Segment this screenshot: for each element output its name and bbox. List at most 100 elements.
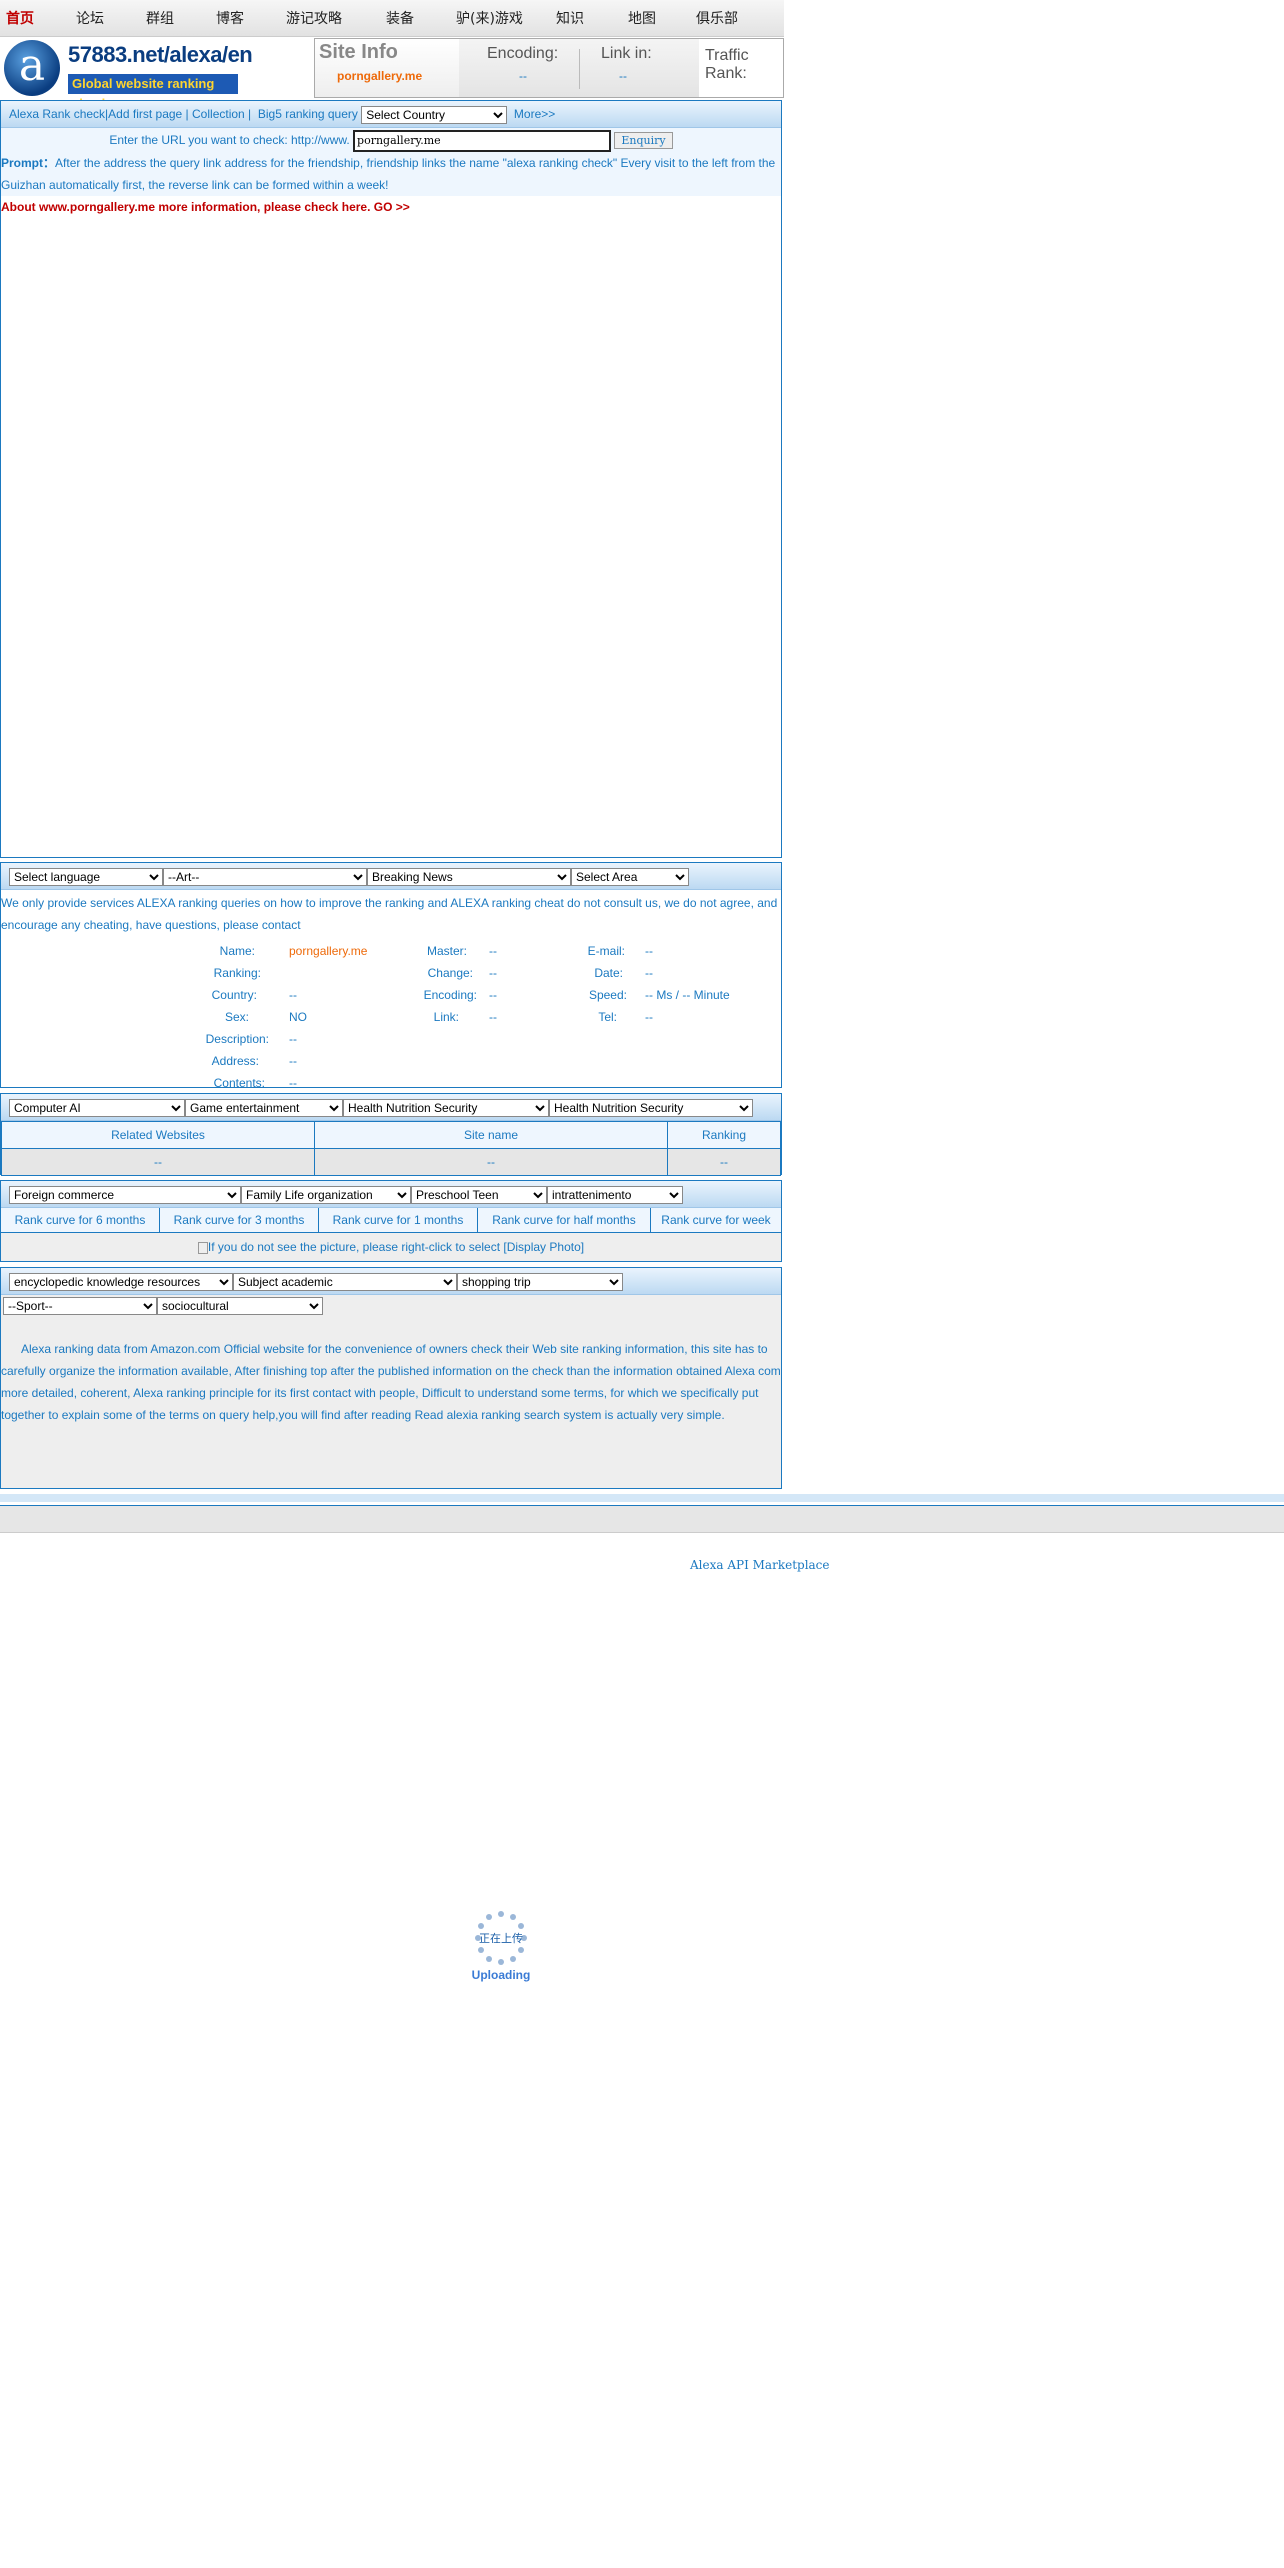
country-select[interactable]: Select Country: [361, 105, 508, 124]
enquiry-button[interactable]: Enquiry: [614, 132, 673, 149]
detail-link: --: [489, 1010, 497, 1024]
curve-tabs: Rank curve for 6 months Rank curve for 3…: [1, 1208, 781, 1233]
related-websites-panel: Computer AI Game entertainment Health Nutr…: [0, 1093, 782, 1176]
subject-academic-select[interactable]: Subject academic: [233, 1272, 457, 1291]
detail-encoding: --: [489, 988, 497, 1002]
more-link[interactable]: More>>: [514, 107, 555, 121]
sociocultural-select[interactable]: sociocultural: [157, 1297, 323, 1315]
details-grid: Name: porngallery.me Master: -- E-mail: …: [205, 944, 730, 1090]
detail-sex: NO: [289, 1010, 307, 1024]
prompt-text: Prompt：After the address the query link …: [1, 152, 781, 196]
link-in-label: Link in:: [601, 45, 652, 62]
encoding-value: --: [519, 69, 527, 83]
image-alt-text: If you do not see the picture, please ri…: [207, 1240, 585, 1254]
filter-bar-4-row2: --Sport-- sociocultural: [1, 1295, 781, 1315]
nav-item-travel-guides[interactable]: 游记攻略: [286, 8, 342, 28]
nav-item-groups[interactable]: 群组: [146, 8, 174, 28]
detail-description: --: [289, 1032, 297, 1046]
tab-1-month[interactable]: Rank curve for 1 months: [319, 1208, 478, 1232]
url-query-label: Enter the URL you want to check: http://…: [109, 133, 350, 147]
alexa-api-link[interactable]: Alexa API Marketplace: [690, 1558, 830, 1572]
nav-item-club[interactable]: 俱乐部: [696, 8, 738, 28]
area-select[interactable]: Select Area: [571, 867, 689, 886]
tab-6-months[interactable]: Rank curve for 6 months: [1, 1208, 160, 1232]
family-life-select[interactable]: Family Life organization: [241, 1185, 411, 1204]
nav-item-forum[interactable]: 论坛: [76, 8, 104, 28]
detail-date: --: [645, 966, 653, 980]
computer-ai-select[interactable]: Computer AI: [9, 1098, 185, 1117]
divider: [579, 49, 580, 89]
breaking-news-select[interactable]: Breaking News: [367, 867, 571, 886]
top-nav: 首页 论坛 群组 博客 游记攻略 装备 驴(来)游戏 知识 地图 俱乐部: [0, 0, 784, 37]
traffic-rank-label: Traffic Rank:: [705, 47, 749, 82]
filter-bar-3: Foreign commerce Family Life organization…: [1, 1181, 781, 1208]
description-panel: encyclopedic knowledge resources Subject …: [0, 1267, 782, 1489]
filter-bar-1: Select language --Art-- Breaking News Selec…: [1, 863, 781, 890]
detail-contents: --: [289, 1076, 297, 1090]
health-nutrition-select-2[interactable]: Health Nutrition Security: [549, 1098, 753, 1117]
nav-item-home[interactable]: 首页: [6, 8, 34, 28]
uploading-label: Uploading: [471, 1968, 531, 1982]
game-entertainment-select[interactable]: Game entertainment: [185, 1098, 343, 1117]
description-text: Alexa ranking data from Amazon.com Offic…: [1, 1342, 781, 1422]
filter-bar-2: Computer AI Game entertainment Health Nutr…: [1, 1094, 781, 1121]
related-table: Related Websites Site name Ranking -- --…: [1, 1121, 781, 1176]
svg-text:正在上传: 正在上传: [479, 1932, 523, 1945]
alexa-logo-icon: a: [4, 40, 60, 96]
nav-item-equipment[interactable]: 装备: [386, 8, 414, 28]
encoding-label: Encoding:: [487, 45, 559, 62]
detail-tel: --: [645, 1010, 653, 1024]
detail-name[interactable]: porngallery.me: [289, 944, 367, 958]
foreign-commerce-select[interactable]: Foreign commerce: [9, 1185, 241, 1204]
notice-text: We only provide services ALEXA ranking q…: [1, 896, 778, 932]
filter-bar-4: encyclopedic knowledge resources Subject …: [1, 1268, 781, 1295]
language-select[interactable]: Select language: [9, 867, 163, 886]
tab-half-month[interactable]: Rank curve for half months: [478, 1208, 651, 1232]
broken-image-icon: [197, 1241, 208, 1254]
footer-bar: [0, 1494, 1284, 1502]
site-info-title: Site Info: [319, 41, 398, 63]
site-info-domain[interactable]: porngallery.me: [337, 69, 422, 83]
detail-address: --: [289, 1054, 297, 1068]
tab-week[interactable]: Rank curve for week: [651, 1208, 781, 1232]
add-first-page-link[interactable]: Add first page: [108, 107, 182, 121]
rank-curve-image: If you do not see the picture, please ri…: [1, 1233, 781, 1261]
art-select[interactable]: --Art--: [163, 867, 367, 886]
site-logo[interactable]: a 57883.net/alexa/en Global website rank…: [2, 38, 302, 111]
intrattenimento-select[interactable]: intrattenimento: [547, 1185, 683, 1204]
detail-master: --: [489, 944, 497, 958]
url-query-row: Enter the URL you want to check: http://…: [1, 128, 781, 152]
logo-subtitle: Global website ranking check: [68, 74, 238, 111]
encyclopedic-select[interactable]: encyclopedic knowledge resources: [9, 1272, 233, 1291]
big5-query-link[interactable]: Big5 ranking query: [258, 107, 358, 121]
shopping-trip-select[interactable]: shopping trip: [457, 1272, 623, 1291]
about-site-link[interactable]: About www.porngallery.me more informatio…: [1, 196, 781, 218]
site-info-box: Site Info porngallery.me Encoding: -- Li…: [314, 38, 784, 98]
url-input[interactable]: [353, 129, 612, 152]
health-nutrition-select[interactable]: Health Nutrition Security: [343, 1098, 549, 1117]
footer-line: [0, 1505, 1284, 1533]
preschool-teen-select[interactable]: Preschool Teen: [411, 1185, 547, 1204]
nav-item-games[interactable]: 驴(来)游戏: [456, 8, 523, 28]
rank-curve-panel: Foreign commerce Family Life organization…: [0, 1180, 782, 1262]
detail-country: --: [289, 988, 297, 1002]
table-row: -- -- --: [1, 1148, 781, 1176]
site-details-panel: Select language --Art-- Breaking News Selec…: [0, 862, 782, 1090]
detail-change: --: [489, 966, 497, 980]
nav-item-map[interactable]: 地图: [628, 8, 656, 28]
nav-item-knowledge[interactable]: 知识: [556, 8, 584, 28]
nav-item-blog[interactable]: 博客: [216, 8, 244, 28]
detail-speed: -- Ms / -- Minute: [645, 988, 730, 1002]
tab-3-months[interactable]: Rank curve for 3 months: [160, 1208, 319, 1232]
collection-link[interactable]: Collection: [192, 107, 245, 121]
column-header: Related Websites: [1, 1121, 315, 1149]
rank-check-link[interactable]: Alexa Rank check: [9, 107, 105, 121]
uploading-indicator: 正在上传 Uploading: [466, 1908, 536, 1988]
column-header: Site name: [314, 1121, 668, 1149]
column-header: Ranking: [667, 1121, 781, 1149]
spinner-icon: 正在上传: [475, 1911, 527, 1965]
sport-select[interactable]: --Sport--: [3, 1297, 157, 1315]
detail-email: --: [645, 944, 653, 958]
toolbar: Alexa Rank check|Add first page | Collec…: [1, 101, 781, 128]
logo-title: 57883.net/alexa/en: [68, 42, 253, 67]
